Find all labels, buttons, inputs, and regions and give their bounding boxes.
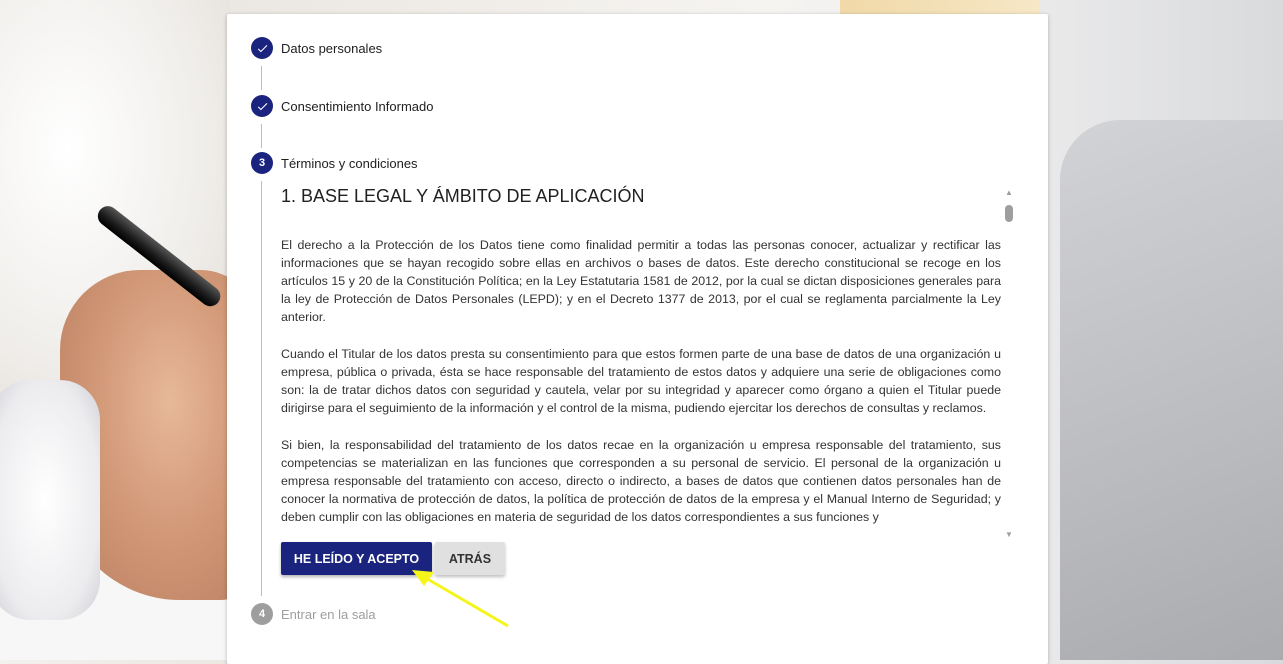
terms-paragraph: Cuando el Titular de los datos presta su… — [281, 347, 1001, 415]
step-label: Términos y condiciones — [281, 155, 418, 171]
background-laptop — [1060, 120, 1283, 660]
triangle-down-icon[interactable]: ▼ — [1003, 530, 1015, 540]
stepper-card: Datos personales Consentimiento Informad… — [227, 14, 1048, 664]
scroll-thumb[interactable] — [1005, 205, 1013, 222]
step-consentimiento[interactable]: Consentimiento Informado — [251, 95, 433, 117]
terms-scroll-area[interactable]: 1. BASE LEGAL Y ÁMBITO DE APLICACIÓN El … — [281, 184, 1015, 538]
check-icon — [251, 95, 273, 117]
step-connector — [261, 181, 262, 596]
accept-button[interactable]: HE LEÍDO Y ACEPTO — [281, 542, 432, 575]
terms-paragraph: El derecho a la Protección de los Datos … — [281, 238, 1001, 324]
terms-scrollbar[interactable]: ▲ ▼ — [1003, 186, 1015, 540]
step-label: Consentimiento Informado — [281, 98, 434, 114]
background-cuff — [0, 380, 100, 620]
triangle-up-icon[interactable]: ▲ — [1003, 188, 1015, 198]
step-connector — [261, 66, 262, 90]
step-datos-personales[interactable]: Datos personales — [251, 37, 382, 59]
step-label: Entrar en la sala — [281, 606, 376, 622]
step-terminos[interactable]: 3 Términos y condiciones — [251, 152, 418, 174]
terms-paragraph: Si bien, la responsabilidad del tratamie… — [281, 438, 1001, 524]
step-number: 4 — [251, 603, 273, 625]
terms-section-title: 1. BASE LEGAL Y ÁMBITO DE APLICACIÓN — [281, 186, 645, 206]
step-label: Datos personales — [281, 40, 383, 56]
back-button[interactable]: ATRÁS — [435, 542, 505, 575]
step-entrar-sala[interactable]: 4 Entrar en la sala — [251, 603, 376, 625]
step-connector — [261, 124, 262, 148]
check-icon — [251, 37, 273, 59]
step-number: 3 — [251, 152, 273, 174]
